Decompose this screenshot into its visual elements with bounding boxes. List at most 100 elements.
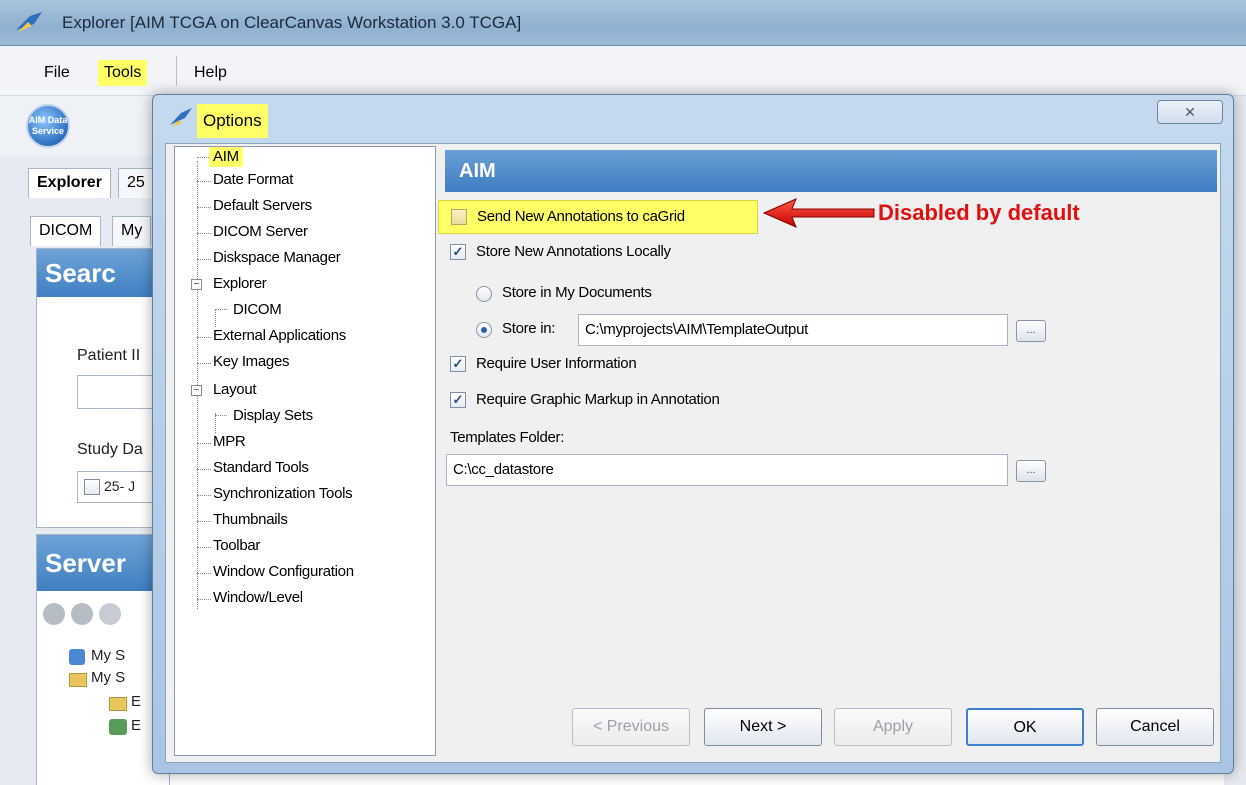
tree-node-display-sets[interactable]: Display Sets bbox=[233, 407, 313, 424]
tree-node-layout[interactable]: Layout bbox=[213, 381, 257, 398]
tree-node-explorer[interactable]: Explorer bbox=[213, 275, 267, 292]
menu-bar: File Tools Help bbox=[0, 46, 1246, 96]
close-icon: ✕ bbox=[1184, 104, 1196, 120]
checkmark-icon: ✓ bbox=[452, 356, 464, 371]
tree-guide-line bbox=[197, 259, 211, 260]
tree-node-explorer-dicom[interactable]: DICOM bbox=[233, 301, 282, 318]
radio-selected-dot bbox=[481, 327, 487, 333]
add-server-icon[interactable] bbox=[43, 603, 65, 625]
server-subitem[interactable]: E bbox=[131, 717, 141, 734]
tree-node-external-applications[interactable]: External Applications bbox=[213, 327, 346, 344]
server-panel-title: Server bbox=[37, 535, 169, 591]
require-user-info-label: Require User Information bbox=[476, 355, 637, 372]
next-button[interactable]: Next > bbox=[704, 708, 822, 746]
tree-guide-line bbox=[197, 363, 211, 364]
tree-guide-line bbox=[197, 599, 211, 600]
store-in-my-documents-radio[interactable] bbox=[476, 286, 492, 302]
tree-guide-line bbox=[215, 413, 216, 433]
remove-icon[interactable] bbox=[99, 603, 121, 625]
search-panel-title: Searc bbox=[37, 249, 169, 297]
menu-help[interactable]: Help bbox=[188, 60, 233, 86]
server-tree: My S My S E E bbox=[37, 635, 169, 785]
server-subitem[interactable]: E bbox=[131, 693, 141, 710]
tree-node-diskspace-manager[interactable]: Diskspace Manager bbox=[213, 249, 341, 266]
tree-node-date-format[interactable]: Date Format bbox=[213, 171, 293, 188]
disabled-by-default-note: Disabled by default bbox=[878, 200, 1080, 225]
options-dialog-title: Options bbox=[197, 104, 268, 138]
send-to-cagrid-checkbox[interactable] bbox=[451, 209, 467, 225]
tree-guide-line bbox=[197, 157, 209, 158]
tree-node-aim[interactable]: AIM bbox=[209, 147, 243, 167]
tree-guide-line bbox=[197, 547, 211, 548]
tree-guide-line bbox=[197, 521, 211, 522]
tree-node-standard-tools[interactable]: Standard Tools bbox=[213, 459, 309, 476]
tree-node-dicom-server[interactable]: DICOM Server bbox=[213, 223, 308, 240]
aim-service-button[interactable]: AIM Data Service bbox=[26, 104, 70, 148]
tree-guide-line bbox=[197, 337, 211, 338]
tree-guide-line bbox=[197, 181, 211, 182]
patient-id-label: Patient II bbox=[77, 347, 141, 364]
tree-node-window-configuration[interactable]: Window Configuration bbox=[213, 563, 354, 580]
tree-guide-line bbox=[215, 309, 227, 310]
app-icon bbox=[16, 12, 42, 32]
server-group-item[interactable]: My S bbox=[91, 669, 125, 686]
tree-guide-line bbox=[197, 495, 211, 496]
search-panel: Searc Patient II Study Da 25- J bbox=[36, 248, 171, 528]
ok-button[interactable]: OK bbox=[966, 708, 1084, 746]
tree-guide-line bbox=[215, 415, 227, 416]
menu-separator bbox=[176, 56, 177, 86]
send-to-cagrid-label: Send New Annotations to caGrid bbox=[477, 208, 685, 225]
red-arrow-icon bbox=[762, 198, 875, 228]
tree-node-synchronization-tools[interactable]: Synchronization Tools bbox=[213, 485, 353, 502]
tab-dicom[interactable]: DICOM bbox=[30, 216, 102, 246]
settings-header: AIM bbox=[445, 150, 1217, 192]
tree-collapse-explorer[interactable]: − bbox=[191, 279, 202, 290]
tree-node-window-level[interactable]: Window/Level bbox=[213, 589, 303, 606]
templates-folder-label: Templates Folder: bbox=[450, 429, 565, 446]
options-dialog-body: AIM Date Format Default Servers DICOM Se… bbox=[165, 143, 1221, 763]
menu-file[interactable]: File bbox=[38, 60, 76, 86]
send-to-cagrid-row: Send New Annotations to caGrid bbox=[438, 200, 758, 234]
store-in-browse-button[interactable]: ... bbox=[1016, 320, 1046, 342]
require-graphic-markup-label: Require Graphic Markup in Annotation bbox=[476, 391, 720, 408]
options-tree: AIM Date Format Default Servers DICOM Se… bbox=[174, 146, 436, 756]
tree-node-default-servers[interactable]: Default Servers bbox=[213, 197, 312, 214]
require-user-info-checkbox[interactable]: ✓ bbox=[450, 356, 466, 372]
explorer-left-area: Explorer 25 DICOM My Searc Patient II St… bbox=[0, 156, 171, 785]
tree-guide-line bbox=[197, 469, 211, 470]
store-locally-checkbox[interactable]: ✓ bbox=[450, 244, 466, 260]
tab-my[interactable]: My bbox=[112, 216, 152, 246]
tree-guide-line bbox=[197, 207, 211, 208]
apply-button[interactable]: Apply bbox=[834, 708, 952, 746]
main-window-title: Explorer [AIM TCGA on ClearCanvas Workst… bbox=[62, 13, 522, 32]
tree-node-thumbnails[interactable]: Thumbnails bbox=[213, 511, 288, 528]
menu-tools[interactable]: Tools bbox=[98, 60, 148, 86]
tree-node-mpr[interactable]: MPR bbox=[213, 433, 246, 450]
close-button[interactable]: ✕ bbox=[1157, 100, 1223, 124]
tab-second[interactable]: 25 bbox=[118, 168, 154, 198]
server-icon bbox=[69, 649, 85, 665]
store-in-radio[interactable] bbox=[476, 322, 492, 338]
study-date-label: Study Da bbox=[77, 441, 143, 458]
checkmark-icon: ✓ bbox=[452, 392, 464, 407]
tab-explorer[interactable]: Explorer bbox=[28, 168, 111, 198]
previous-button[interactable]: < Previous bbox=[572, 708, 690, 746]
templates-folder-field[interactable]: C:\cc_datastore bbox=[446, 454, 1008, 486]
options-app-icon bbox=[170, 108, 192, 127]
store-in-path-field[interactable]: C:\myprojects\AIM\TemplateOutput bbox=[578, 314, 1008, 346]
tree-collapse-layout[interactable]: − bbox=[191, 385, 202, 396]
add-group-icon[interactable] bbox=[71, 603, 93, 625]
tree-node-toolbar[interactable]: Toolbar bbox=[213, 537, 260, 554]
require-graphic-markup-checkbox[interactable]: ✓ bbox=[450, 392, 466, 408]
store-in-my-documents-label: Store in My Documents bbox=[502, 284, 652, 301]
store-locally-label: Store New Annotations Locally bbox=[476, 243, 671, 260]
folder-icon bbox=[69, 673, 87, 687]
study-date-checkbox[interactable] bbox=[84, 479, 100, 495]
tree-guide-line bbox=[197, 233, 211, 234]
network-icon bbox=[109, 719, 127, 735]
store-in-label: Store in: bbox=[502, 320, 556, 337]
cancel-button[interactable]: Cancel bbox=[1096, 708, 1214, 746]
templates-folder-browse-button[interactable]: ... bbox=[1016, 460, 1046, 482]
server-item[interactable]: My S bbox=[91, 647, 125, 664]
tree-node-key-images[interactable]: Key Images bbox=[213, 353, 290, 370]
